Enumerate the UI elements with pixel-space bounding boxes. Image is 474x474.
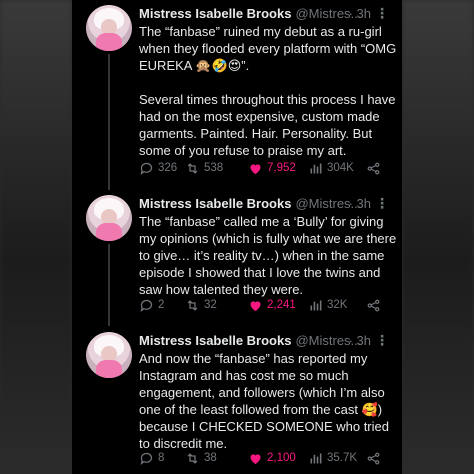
heart-icon: [250, 300, 261, 311]
retweet-button[interactable]: 32: [185, 298, 248, 313]
like-count: 2,100: [267, 452, 296, 464]
reply-button[interactable]: 8: [139, 451, 185, 466]
reply-button[interactable]: 326: [139, 161, 185, 176]
reply-count: 326: [158, 162, 178, 174]
display-name[interactable]: Mistress Isabelle Brooks: [139, 196, 291, 211]
timestamp[interactable]: · 3h: [349, 332, 371, 350]
display-name[interactable]: Mistress Isabelle Brooks: [139, 333, 291, 348]
share-icon: [367, 162, 380, 174]
views-count: 32K: [327, 299, 348, 311]
more-icon[interactable]: ⋮: [375, 331, 389, 349]
heart-icon: [250, 453, 261, 464]
retweet-count: 32: [204, 299, 217, 311]
more-icon[interactable]: ⋮: [375, 4, 389, 22]
views-icon: [310, 453, 322, 463]
share-button[interactable]: [366, 161, 386, 176]
thread-line: [108, 54, 110, 190]
avatar[interactable]: [86, 195, 132, 241]
tweet-header: Mistress Isabelle Brooks @Mistres... · 3h…: [139, 332, 397, 350]
views-button[interactable]: 304K: [308, 161, 366, 176]
retweet-count: 538: [204, 162, 224, 174]
retweet-icon: [187, 299, 198, 311]
share-button[interactable]: [366, 451, 386, 466]
tweet-1[interactable]: Mistress Isabelle Brooks @Mistres... · 3h…: [72, 0, 402, 190]
tweet-header: Mistress Isabelle Brooks @Mistres... · 3h…: [139, 5, 397, 23]
share-icon: [367, 452, 380, 464]
tweet-2[interactable]: Mistress Isabelle Brooks @Mistres... · 3h…: [72, 190, 402, 326]
views-count: 304K: [327, 162, 354, 174]
reply-count: 2: [158, 299, 165, 311]
reply-icon: [140, 162, 153, 175]
like-count: 7,952: [267, 162, 296, 174]
retweet-count: 38: [204, 452, 217, 464]
reply-button[interactable]: 2: [139, 298, 185, 313]
like-button[interactable]: 2,241: [248, 298, 308, 313]
retweet-icon: [187, 162, 198, 174]
views-button[interactable]: 35.7K: [308, 451, 366, 466]
retweet-button[interactable]: 38: [185, 451, 248, 466]
avatar[interactable]: [86, 5, 132, 51]
tweet-text: The “fanbase” ruined my debut as a ru-gi…: [139, 24, 397, 158]
blurred-background-left: [0, 0, 72, 474]
tweet-text: The “fanbase” called me a ‘Bully’ for gi…: [139, 214, 400, 297]
views-button[interactable]: 32K: [308, 298, 366, 313]
tweet-actions: 326 538 7,952 304K: [139, 158, 397, 178]
reply-icon: [140, 452, 153, 465]
like-button[interactable]: 7,952: [248, 161, 308, 176]
share-button[interactable]: [366, 298, 386, 313]
thread-line: [108, 244, 110, 326]
tweet-text: And now the “fanbase” has reported my In…: [139, 351, 393, 451]
views-count: 35.7K: [327, 452, 358, 464]
reply-count: 8: [158, 452, 165, 464]
tweet-3[interactable]: Mistress Isabelle Brooks @Mistres... · 3h…: [72, 327, 402, 474]
display-name[interactable]: Mistress Isabelle Brooks: [139, 6, 291, 21]
avatar[interactable]: [86, 332, 132, 378]
tweet-header: Mistress Isabelle Brooks @Mistres... · 3h…: [139, 195, 397, 213]
timestamp[interactable]: · 3h: [349, 5, 371, 23]
thread-panel: Mistress Isabelle Brooks @Mistres... · 3h…: [72, 0, 402, 474]
tweet-actions: 8 38 2,100 35.7K: [139, 448, 397, 468]
timestamp[interactable]: · 3h: [349, 195, 371, 213]
reply-icon: [140, 299, 153, 312]
like-button[interactable]: 2,100: [248, 451, 308, 466]
like-count: 2,241: [267, 299, 296, 311]
more-icon[interactable]: ⋮: [375, 194, 389, 212]
retweet-button[interactable]: 538: [185, 161, 248, 176]
share-icon: [367, 299, 380, 311]
views-icon: [310, 163, 322, 173]
tweet-actions: 2 32 2,241 32K: [139, 295, 397, 315]
blurred-background-right: [402, 0, 474, 474]
views-icon: [310, 300, 322, 310]
retweet-icon: [187, 452, 198, 464]
heart-icon: [250, 163, 261, 174]
